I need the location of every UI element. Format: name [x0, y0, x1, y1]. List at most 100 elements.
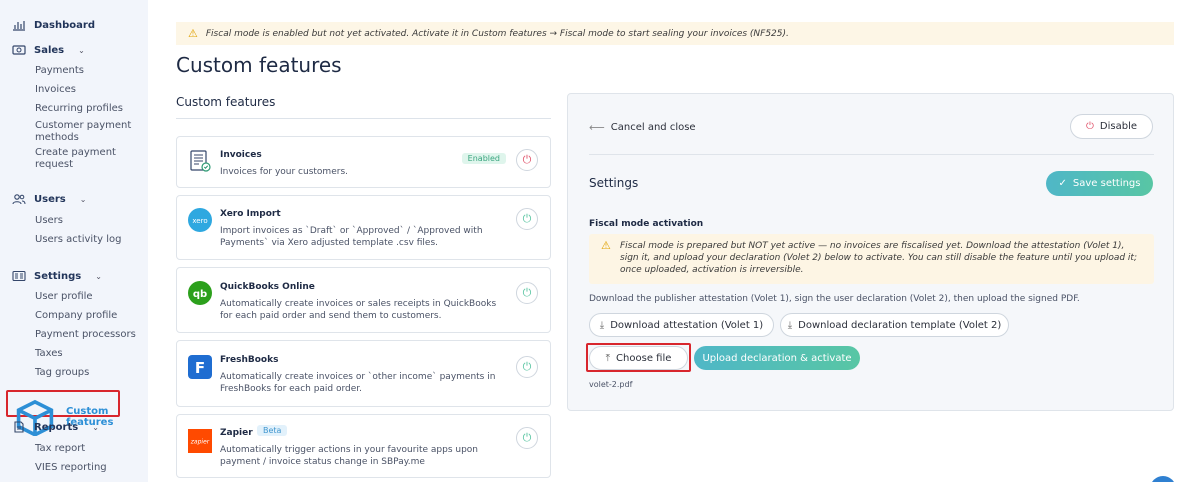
feature-name: Xero Import [220, 209, 281, 219]
cancel-and-close-button[interactable]: ⟵ Cancel and close [589, 121, 696, 134]
feature-description: Automatically create invoices or `other … [220, 372, 496, 394]
chevron-down-icon: ⌄ [92, 422, 99, 432]
save-label: Save settings [1072, 178, 1141, 189]
chevron-down-icon: ⌄ [78, 45, 85, 55]
chevron-down-icon: ⌄ [95, 271, 102, 281]
page-title: Custom features [176, 53, 342, 77]
sidebar-section-label: Settings [34, 270, 82, 282]
sidebar-item-company-profile[interactable]: Company profile [35, 310, 140, 322]
feature-description: Automatically create invoices or sales r… [220, 299, 497, 321]
instructions-text: Download the publisher attestation (Vole… [589, 294, 1080, 304]
sidebar-item-invoices[interactable]: Invoices [35, 84, 140, 96]
divider [176, 118, 551, 119]
feature-name: QuickBooks Online [220, 282, 315, 292]
feature-name: FreshBooks [220, 355, 279, 365]
sidebar-section-label: Reports [34, 421, 79, 433]
check-icon: ✓ [1058, 178, 1067, 189]
arrow-left-icon: ⟵ [589, 121, 605, 134]
power-icon: ⏻ [522, 360, 532, 373]
xero-logo-icon: xero [188, 208, 212, 232]
fiscal-mode-banner: ⚠ Fiscal mode is enabled but not yet act… [176, 22, 1174, 45]
download-icon: ⤓ [787, 319, 793, 331]
beta-badge: Beta [257, 425, 288, 436]
download-attestation-button[interactable]: ⤓ Download attestation (Volet 1) [589, 313, 774, 337]
freshbooks-logo-icon: F [188, 355, 212, 379]
sidebar-item-taxes[interactable]: Taxes [35, 348, 140, 360]
warning-icon: ⚠ [601, 239, 611, 252]
disable-button[interactable]: ⏻ Disable [1070, 114, 1153, 139]
help-chat-button[interactable] [1150, 476, 1176, 482]
quickbooks-logo-icon: qb [188, 281, 212, 305]
disable-label: Disable [1099, 121, 1138, 132]
power-icon: ⏻ [522, 431, 532, 444]
sidebar-section-settings[interactable]: Settings ⌄ [12, 270, 102, 282]
settings-panel-icon [12, 270, 26, 282]
sidebar-item-recurring-profiles[interactable]: Recurring profiles [35, 103, 140, 115]
fiscal-mode-activation-label: Fiscal mode activation [589, 219, 704, 229]
download-attestation-label: Download attestation (Volet 1) [610, 319, 764, 331]
sidebar-section-reports[interactable]: Reports ⌄ [12, 421, 99, 433]
feature-card-freshbooks[interactable]: F FreshBooks Automatically create invoic… [176, 340, 551, 407]
svg-text:F: F [195, 359, 205, 377]
feature-card-quickbooks-online[interactable]: qb QuickBooks Online Automatically creat… [176, 267, 551, 333]
download-icon: ⤓ [599, 319, 605, 331]
fiscal-mode-warning: ⚠ Fiscal mode is prepared but NOT yet ac… [589, 234, 1154, 284]
upload-label: Upload declaration & activate [702, 352, 852, 364]
svg-text:qb: qb [193, 289, 207, 300]
report-icon [14, 421, 24, 433]
power-icon: ⏻ [1085, 121, 1094, 132]
power-toggle-button[interactable]: ⏻ [516, 149, 538, 171]
feature-card-zapier[interactable]: zapier Zapier Beta Automatically trigger… [176, 414, 551, 478]
banner-text: Fiscal mode is enabled but not yet activ… [205, 28, 789, 39]
sidebar-item-users-activity-log[interactable]: Users activity log [35, 234, 140, 246]
sidebar-section-users[interactable]: Users ⌄ [12, 193, 86, 205]
svg-text:xero: xero [192, 217, 207, 225]
feature-description: Automatically trigger actions in your fa… [220, 445, 478, 467]
sidebar-section-sales[interactable]: Sales ⌄ [12, 44, 85, 56]
cancel-label: Cancel and close [610, 122, 696, 133]
sidebar-item-vies-reporting[interactable]: VIES reporting [35, 462, 140, 474]
invoice-document-icon [190, 150, 211, 172]
feature-description: Import invoices as `Draft` or `Approved`… [220, 226, 483, 248]
power-icon: ⏻ [522, 286, 532, 299]
sidebar-item-dashboard[interactable]: Dashboard [12, 19, 95, 31]
feature-card-xero-import[interactable]: xero Xero Import Import invoices as `Dra… [176, 195, 551, 260]
power-icon: ⏻ [522, 153, 532, 166]
power-toggle-button[interactable]: ⏻ [516, 356, 538, 378]
warning-icon: ⚠ [188, 27, 198, 40]
cash-icon [12, 45, 26, 55]
download-declaration-template-button[interactable]: ⤓ Download declaration template (Volet 2… [780, 313, 1009, 337]
zapier-logo-icon: zapier [188, 429, 212, 453]
svg-text:zapier: zapier [190, 439, 210, 446]
upload-declaration-activate-button[interactable]: Upload declaration & activate [694, 346, 860, 370]
feature-description: Invoices for your customers. [220, 167, 348, 177]
sidebar-item-label: Dashboard [34, 19, 95, 31]
warning-text: Fiscal mode is prepared but NOT yet acti… [620, 241, 1137, 275]
users-icon [12, 194, 26, 205]
power-toggle-button[interactable]: ⏻ [516, 427, 538, 449]
sidebar: Dashboard Sales ⌄ Payments Invoices Recu… [0, 0, 148, 482]
sidebar-item-payments[interactable]: Payments [35, 65, 140, 77]
sidebar-item-customer-payment-methods[interactable]: Customer payment methods [35, 120, 140, 144]
sidebar-item-create-payment-request[interactable]: Create payment request [35, 147, 140, 171]
divider [589, 154, 1154, 155]
sidebar-section-label: Sales [34, 44, 65, 56]
chevron-down-icon: ⌄ [79, 194, 87, 204]
selected-file-name: volet-2.pdf [589, 380, 633, 389]
sidebar-item-payment-processors[interactable]: Payment processors [35, 329, 140, 341]
power-toggle-button[interactable]: ⏻ [516, 282, 538, 304]
sidebar-item-users[interactable]: Users [35, 215, 140, 227]
power-toggle-button[interactable]: ⏻ [516, 208, 538, 230]
download-declaration-label: Download declaration template (Volet 2) [798, 319, 1002, 331]
feature-card-invoices[interactable]: Invoices Invoices for your customers. En… [176, 136, 551, 188]
chart-icon [13, 21, 25, 31]
sidebar-item-tag-groups[interactable]: Tag groups [35, 367, 140, 379]
sidebar-item-tax-report[interactable]: Tax report [35, 443, 140, 455]
sidebar-item-user-profile[interactable]: User profile [35, 291, 140, 303]
features-list-title: Custom features [176, 95, 276, 109]
settings-heading: Settings [589, 176, 639, 190]
save-settings-button[interactable]: ✓ Save settings [1046, 171, 1153, 196]
sidebar-section-label: Users [34, 193, 66, 205]
status-badge: Enabled [461, 153, 506, 164]
power-icon: ⏻ [522, 212, 532, 225]
